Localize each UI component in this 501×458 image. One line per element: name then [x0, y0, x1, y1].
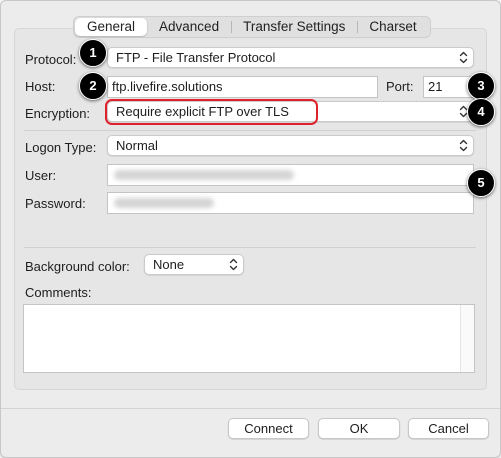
logon-type-label: Logon Type: — [25, 140, 97, 155]
chevron-updown-icon — [229, 258, 238, 271]
tab-bar: General Advanced Transfer Settings Chars… — [73, 16, 431, 38]
logon-type-value: Normal — [116, 138, 158, 153]
callout-badge-4: 4 — [467, 98, 495, 126]
redacted-username — [114, 170, 294, 180]
divider — [24, 247, 476, 248]
chevron-updown-icon — [459, 139, 468, 152]
port-label: Port: — [386, 79, 414, 94]
comments-scrollbar[interactable] — [460, 305, 474, 372]
callout-badge-5: 5 — [467, 169, 495, 197]
logon-type-select[interactable]: Normal — [107, 135, 474, 156]
password-input[interactable] — [107, 192, 474, 214]
encryption-label: Encryption: — [25, 106, 91, 121]
background-color-value: None — [153, 257, 185, 272]
background-color-select[interactable]: None — [144, 254, 244, 275]
divider — [24, 130, 476, 131]
host-value: ftp.livefire.solutions — [112, 79, 223, 94]
background-color-label: Background color: — [25, 259, 130, 274]
ok-button[interactable]: OK — [318, 418, 400, 439]
tab-advanced[interactable]: Advanced — [147, 18, 231, 36]
cancel-button[interactable]: Cancel — [408, 418, 489, 439]
redacted-password — [114, 198, 214, 208]
port-value: 21 — [428, 79, 443, 94]
user-label: User: — [25, 168, 57, 183]
protocol-label: Protocol: — [25, 52, 77, 67]
user-input[interactable] — [107, 164, 474, 186]
callout-badge-2: 2 — [79, 72, 107, 100]
password-label: Password: — [25, 196, 86, 211]
comments-textarea[interactable] — [23, 304, 475, 373]
tab-transfer-settings[interactable]: Transfer Settings — [231, 18, 357, 36]
tab-general[interactable]: General — [75, 18, 148, 36]
footer-divider — [1, 408, 500, 409]
host-input[interactable]: ftp.livefire.solutions — [107, 76, 378, 98]
tab-charset[interactable]: Charset — [357, 18, 428, 36]
protocol-select[interactable]: FTP - File Transfer Protocol — [107, 47, 474, 68]
connect-button[interactable]: Connect — [228, 418, 309, 439]
protocol-value: FTP - File Transfer Protocol — [116, 50, 276, 65]
site-settings-window: General Advanced Transfer Settings Chars… — [0, 0, 501, 458]
callout-badge-1: 1 — [79, 39, 107, 67]
comments-label: Comments: — [25, 285, 92, 300]
host-label: Host: — [25, 79, 56, 94]
chevron-updown-icon — [459, 51, 468, 64]
callout-badge-3: 3 — [467, 72, 495, 100]
encryption-highlight-box — [105, 99, 318, 125]
